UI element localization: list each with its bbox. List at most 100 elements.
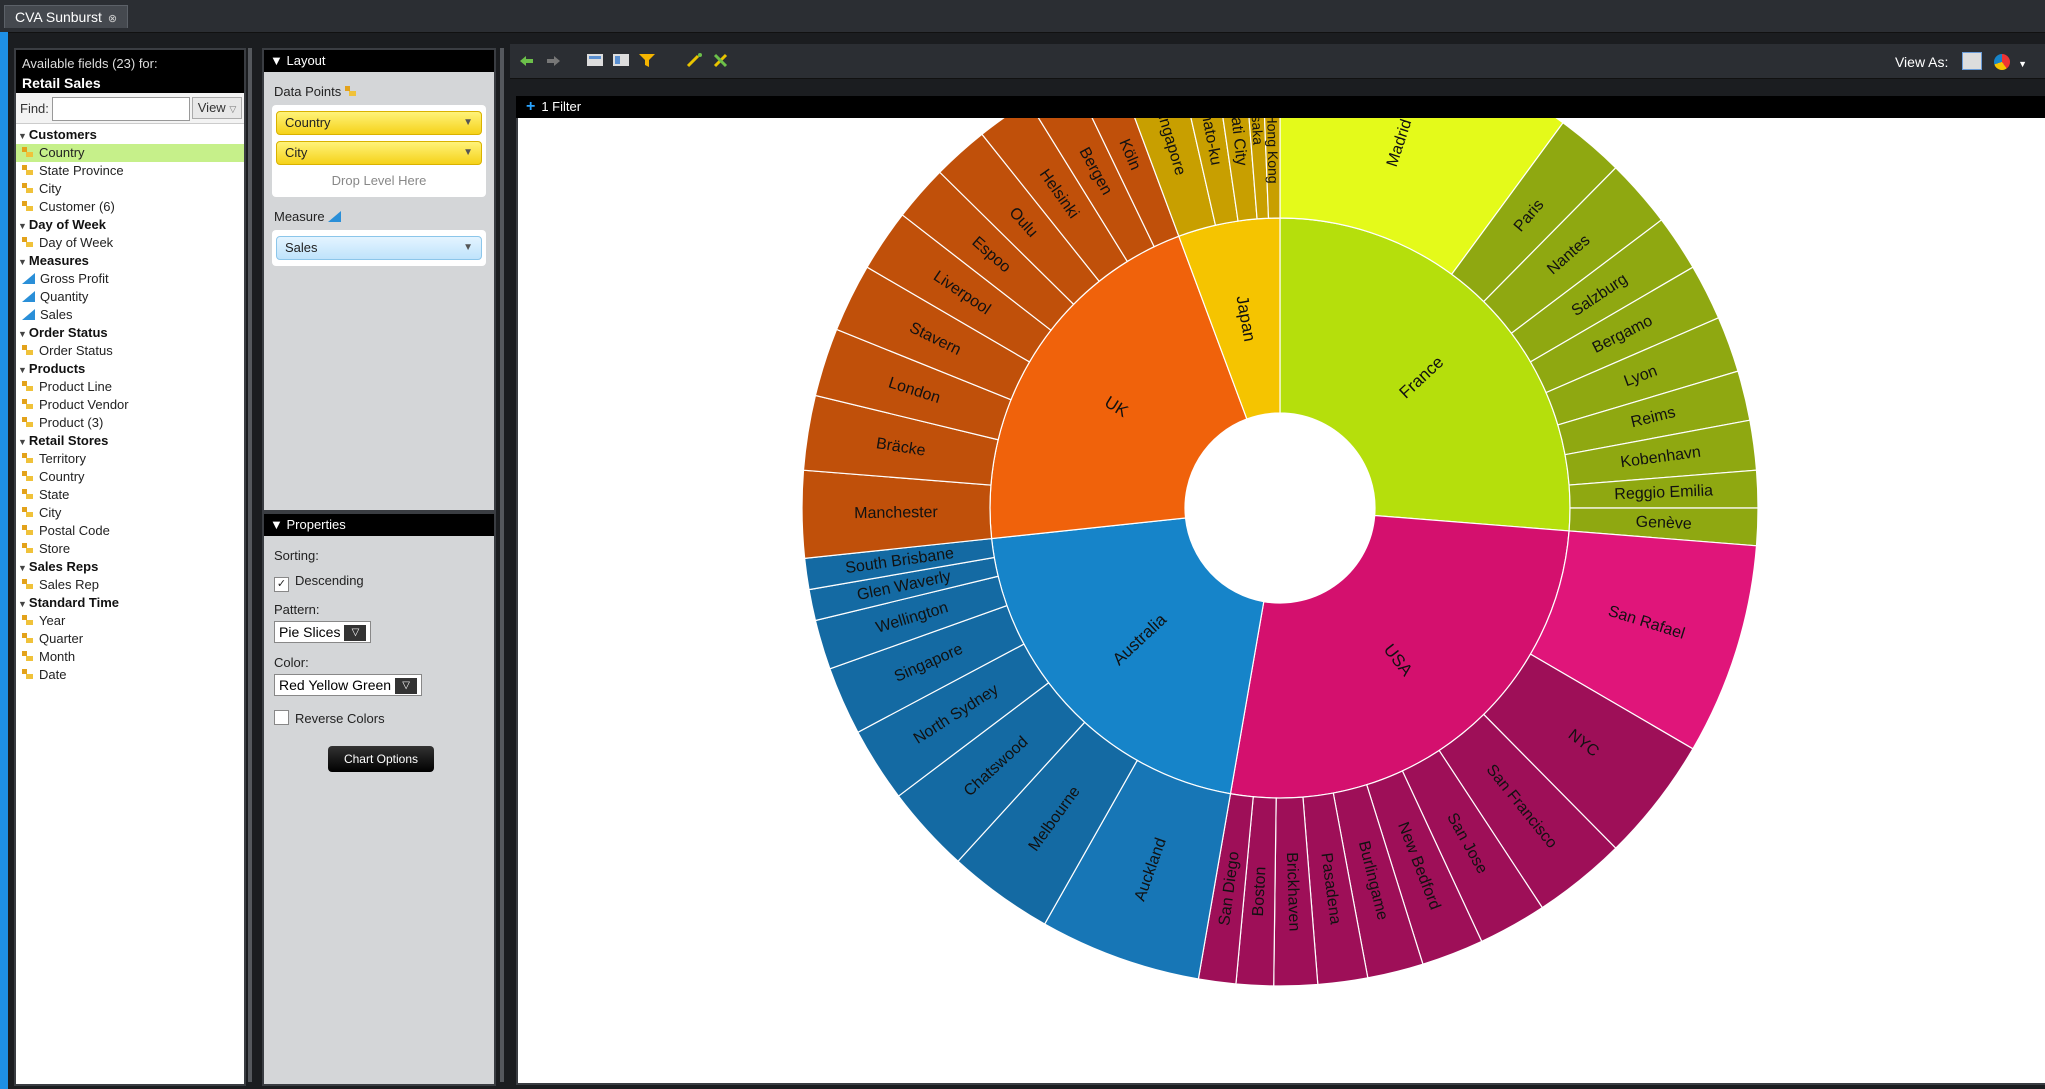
- add-filter-icon[interactable]: +: [526, 98, 535, 115]
- find-input[interactable]: [52, 97, 190, 121]
- field-category[interactable]: ▼ Day of Week: [16, 216, 244, 234]
- field-item[interactable]: Quantity: [16, 288, 244, 306]
- chevron-down-icon[interactable]: ▼: [463, 142, 473, 164]
- city-label: Genève: [1635, 514, 1692, 533]
- reverse-colors-checkbox[interactable]: [274, 710, 289, 725]
- chevron-down-icon[interactable]: ▽: [395, 678, 418, 695]
- field-item[interactable]: Sales: [16, 306, 244, 324]
- tools-icon[interactable]: [712, 52, 730, 68]
- filter-bar[interactable]: +1 Filter: [516, 96, 2045, 118]
- field-item[interactable]: Country: [16, 144, 244, 162]
- field-label: Sales Rep: [39, 577, 99, 592]
- field-item[interactable]: City: [16, 504, 244, 522]
- expand-icon[interactable]: ▼: [18, 329, 27, 339]
- filter-icon[interactable]: [638, 52, 656, 68]
- field-item[interactable]: Territory: [16, 450, 244, 468]
- wand-icon[interactable]: [686, 52, 704, 68]
- field-item[interactable]: Customer (6): [16, 198, 244, 216]
- close-icon[interactable]: ⊗: [108, 13, 117, 25]
- field-item[interactable]: Product (3): [16, 414, 244, 432]
- field-category[interactable]: ▼ Products: [16, 360, 244, 378]
- field-item[interactable]: Country: [16, 468, 244, 486]
- descending-row[interactable]: ✓ Descending: [274, 573, 494, 592]
- properties-header[interactable]: ▼ Properties: [264, 514, 494, 536]
- field-label: Standard Time: [28, 595, 119, 610]
- expand-icon[interactable]: ▼: [18, 599, 27, 609]
- field-item[interactable]: Sales Rep: [16, 576, 244, 594]
- view-label: View: [197, 100, 226, 115]
- field-item[interactable]: Gross Profit: [16, 270, 244, 288]
- drop-level-target[interactable]: Drop Level Here: [276, 171, 482, 191]
- field-item[interactable]: Day of Week: [16, 234, 244, 252]
- city-label: Central Hong Kong: [1263, 118, 1281, 184]
- field-label: Order Status: [39, 343, 113, 358]
- splitter-handle[interactable]: [248, 48, 252, 1082]
- dimension-icon: [22, 417, 34, 428]
- field-category[interactable]: ▼ Retail Stores: [16, 432, 244, 450]
- field-item[interactable]: Month: [16, 648, 244, 666]
- chart-toolbar: View As: ▼: [510, 44, 2045, 79]
- field-category[interactable]: ▼ Measures: [16, 252, 244, 270]
- field-item[interactable]: Date: [16, 666, 244, 684]
- field-item[interactable]: Quarter: [16, 630, 244, 648]
- grid-view-icon[interactable]: [1962, 52, 1983, 70]
- dimension-icon: [22, 345, 34, 356]
- dimension-icon: [22, 633, 34, 644]
- expand-icon[interactable]: ▼: [18, 131, 27, 141]
- field-label: Order Status: [28, 325, 108, 340]
- field-label: Customers: [28, 127, 97, 142]
- layout-header[interactable]: ▼ Layout: [264, 50, 494, 72]
- tab-cva-sunburst[interactable]: CVA Sunburst ⊗: [4, 5, 129, 28]
- field-category[interactable]: ▼ Customers: [16, 126, 244, 144]
- expand-icon[interactable]: ▼: [18, 221, 27, 231]
- table-icon[interactable]: [586, 52, 604, 68]
- chevron-down-icon[interactable]: ▼: [463, 237, 473, 259]
- field-item[interactable]: State Province: [16, 162, 244, 180]
- descending-checkbox[interactable]: ✓: [274, 577, 289, 592]
- reverse-colors-label: Reverse Colors: [295, 711, 385, 726]
- pie-chart-icon[interactable]: [1994, 54, 2011, 70]
- expand-icon[interactable]: ▼: [18, 563, 27, 573]
- color-select[interactable]: Red Yellow Green ▽: [274, 674, 423, 696]
- field-label: City: [39, 505, 62, 520]
- data-point-country[interactable]: Country ▼: [276, 111, 482, 135]
- field-label: Measures: [28, 253, 89, 268]
- color-value: Red Yellow Green: [279, 677, 392, 693]
- data-point-city[interactable]: City ▼: [276, 141, 482, 165]
- find-label: Find:: [20, 101, 49, 116]
- chevron-down-icon[interactable]: ▼: [2018, 59, 2027, 69]
- expand-icon[interactable]: ▼: [18, 257, 27, 267]
- field-item[interactable]: Product Vendor: [16, 396, 244, 414]
- reverse-colors-row[interactable]: Reverse Colors: [274, 710, 494, 726]
- panel-icon[interactable]: [612, 52, 630, 68]
- measure-sales[interactable]: Sales ▼: [276, 236, 482, 260]
- field-item[interactable]: Year: [16, 612, 244, 630]
- sunburst-chart[interactable]: FranceMadridParisNantesSalzburgBergamoLy…: [516, 118, 2045, 1081]
- field-item[interactable]: Postal Code: [16, 522, 244, 540]
- dimension-icon: [22, 579, 34, 590]
- field-item[interactable]: State: [16, 486, 244, 504]
- splitter-handle[interactable]: [500, 48, 504, 1082]
- undo-icon[interactable]: [518, 52, 536, 68]
- measure-value: Sales: [285, 240, 318, 255]
- field-item[interactable]: Store: [16, 540, 244, 558]
- field-item[interactable]: Order Status: [16, 342, 244, 360]
- expand-icon[interactable]: ▼: [18, 365, 27, 375]
- view-dropdown[interactable]: View ▽: [192, 97, 242, 119]
- dimension-icon: [22, 165, 34, 176]
- field-category[interactable]: ▼ Order Status: [16, 324, 244, 342]
- chevron-down-icon[interactable]: ▼: [463, 112, 473, 134]
- chevron-down-icon: ▽: [229, 104, 237, 114]
- field-label: Retail Stores: [28, 433, 109, 448]
- pattern-select[interactable]: Pie Slices ▽: [274, 621, 372, 643]
- chevron-down-icon[interactable]: ▽: [344, 625, 367, 642]
- fields-count-label: Available fields (23) for:: [22, 56, 158, 71]
- field-item[interactable]: City: [16, 180, 244, 198]
- expand-icon[interactable]: ▼: [18, 437, 27, 447]
- redo-icon[interactable]: [544, 52, 562, 68]
- layout-panel: ▼ Layout Data Points Country ▼ City ▼ Drop…: [262, 48, 496, 512]
- field-item[interactable]: Product Line: [16, 378, 244, 396]
- field-category[interactable]: ▼ Sales Reps: [16, 558, 244, 576]
- chart-options-button[interactable]: Chart Options: [328, 746, 434, 772]
- field-category[interactable]: ▼ Standard Time: [16, 594, 244, 612]
